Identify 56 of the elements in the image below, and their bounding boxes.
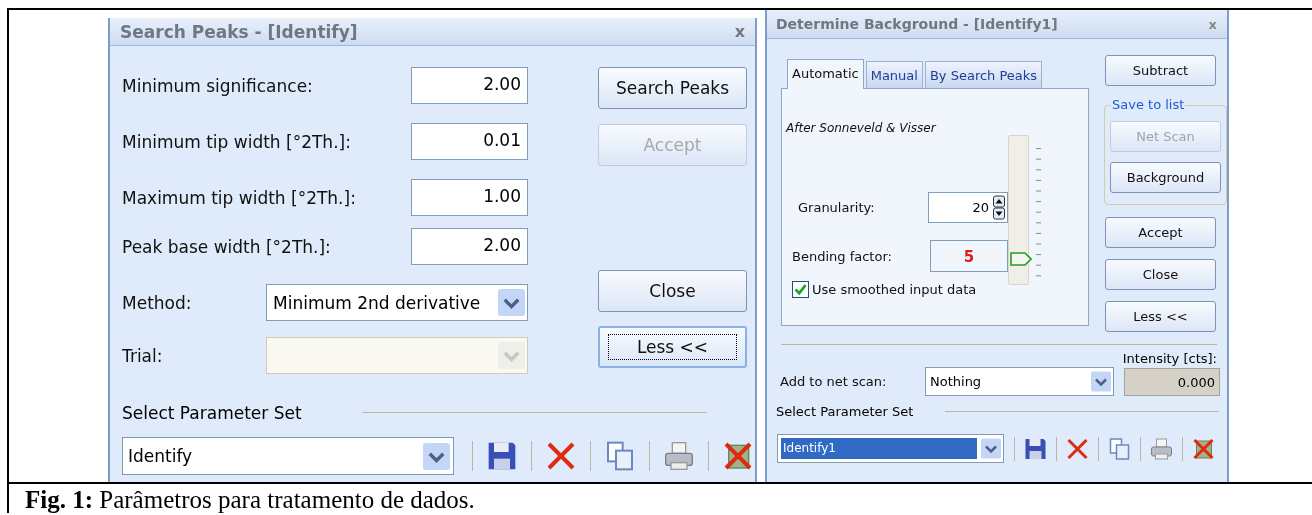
section-heading: Select Parameter Set <box>776 404 914 419</box>
dialog-button[interactable]: Close <box>1105 259 1216 290</box>
field-label: Bending factor: <box>792 248 892 264</box>
dialog-button[interactable]: Less << <box>1105 301 1216 332</box>
method-note: After Sonneveld & Visser <box>786 121 938 135</box>
section-heading: Select Parameter Set <box>122 403 302 423</box>
field-label: Peak base width [°2Th.]: <box>122 236 331 257</box>
readonly-field: 0.000 <box>1124 367 1220 396</box>
checkbox[interactable] <box>792 281 809 298</box>
dialog-button[interactable]: Less << <box>598 326 747 368</box>
field-label: Method: <box>122 292 193 313</box>
figure-caption: Fig. 1: Parâmetros para tratamento de dados. <box>25 486 475 513</box>
delete-icon[interactable] <box>1065 436 1090 461</box>
dropdown[interactable]: Nothing <box>925 367 1114 396</box>
parameter-set-dropdown[interactable]: Identify <box>122 437 454 475</box>
copy-icon[interactable] <box>1107 436 1132 461</box>
dialog-button[interactable]: Background <box>1110 162 1221 193</box>
caret-icon <box>498 340 525 371</box>
field-label: Trial: <box>122 345 164 366</box>
window-title: Determine Background - [Identify1] <box>776 16 1058 32</box>
field-label: Granularity: <box>798 200 875 215</box>
window-title: Search Peaks - [Identify] <box>120 21 358 42</box>
caret-icon <box>981 437 1001 460</box>
parameter-set-dropdown[interactable]: Identify1 <box>777 434 1004 463</box>
print-icon[interactable] <box>1149 436 1174 461</box>
input-field[interactable]: 1.00 <box>411 179 528 216</box>
save-icon[interactable] <box>1023 436 1048 461</box>
tab[interactable]: By Search Peaks <box>924 61 1043 88</box>
input-field[interactable]: 5 <box>930 240 1008 272</box>
caret-icon <box>1091 370 1111 393</box>
caret-icon <box>423 440 450 472</box>
input-field[interactable]: 0.01 <box>411 123 528 160</box>
delete-all-icon[interactable] <box>1191 436 1216 461</box>
dialog-button[interactable]: Subtract <box>1105 55 1216 86</box>
dropdown[interactable]: Minimum 2nd derivative <box>266 284 528 321</box>
input-field[interactable]: 2.00 <box>411 228 528 265</box>
title-bar-x[interactable]: x <box>734 22 745 41</box>
print-icon[interactable] <box>662 440 696 472</box>
field-label: Minimum tip width [°2Th.]: <box>122 131 351 152</box>
checkbox-label: Use smoothed input data <box>812 282 977 297</box>
spinner-field[interactable]: 20 <box>928 192 1008 223</box>
field-label: Add to net scan: <box>780 374 888 389</box>
field-label: Intensity [cts]: <box>1122 351 1217 366</box>
dialog-button[interactable]: Accept <box>1105 217 1216 248</box>
input-field[interactable]: 2.00 <box>411 67 528 104</box>
tab[interactable]: Automatic <box>787 59 864 89</box>
dialog-button[interactable]: Search Peaks <box>598 67 747 109</box>
slider-track[interactable] <box>1008 135 1029 285</box>
slider-thumb[interactable] <box>1010 252 1032 267</box>
dialog-button[interactable]: Close <box>598 270 747 312</box>
spinner-arrows-icon[interactable] <box>993 195 1005 220</box>
tab[interactable]: Manual <box>865 61 923 88</box>
caret-icon <box>498 287 525 318</box>
field-label: Maximum tip width [°2Th.]: <box>122 187 356 208</box>
field-label: Minimum significance: <box>122 75 313 96</box>
group-title: Save to list <box>1111 97 1186 112</box>
